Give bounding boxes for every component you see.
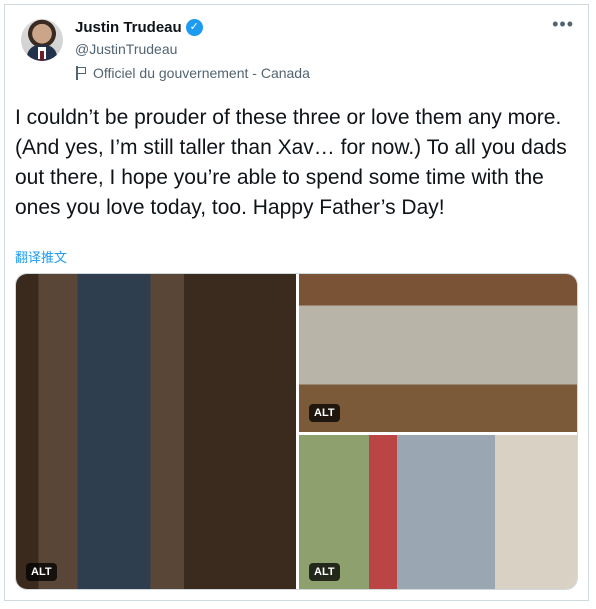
photo-office-hug[interactable]: ALT	[299, 274, 577, 432]
photo-father-and-son[interactable]: ALT	[16, 274, 296, 589]
author-name-row: Justin Trudeau ✓	[75, 19, 203, 36]
flag-icon	[75, 66, 87, 80]
government-label[interactable]: Officiel du gouvernement - Canada	[75, 65, 310, 81]
verified-badge-icon: ✓	[185, 19, 203, 36]
government-label-text: Officiel du gouvernement - Canada	[93, 65, 310, 81]
photo-with-child[interactable]: ALT	[299, 435, 577, 589]
avatar-tie	[40, 51, 44, 61]
tweet-text: I couldn’t be prouder of these three or …	[15, 106, 567, 219]
alt-badge[interactable]: ALT	[26, 563, 57, 581]
alt-badge[interactable]: ALT	[309, 404, 340, 422]
author-name[interactable]: Justin Trudeau	[75, 19, 182, 36]
tweet-card[interactable]: Justin Trudeau ✓ @JustinTrudeau Officiel…	[4, 4, 589, 601]
author-handle[interactable]: @JustinTrudeau	[75, 41, 177, 57]
avatar[interactable]	[21, 19, 63, 61]
translate-tweet-link[interactable]: 翻译推文	[15, 247, 67, 266]
media-grid: ALT ALT ALT	[15, 273, 578, 590]
alt-badge[interactable]: ALT	[309, 563, 340, 581]
more-options-icon[interactable]: •••	[552, 15, 574, 33]
